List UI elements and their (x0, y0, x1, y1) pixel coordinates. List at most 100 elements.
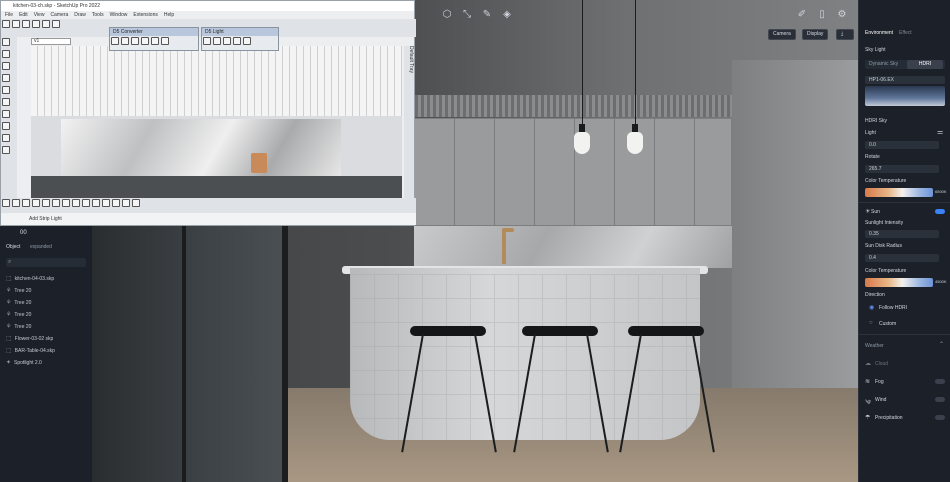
sky-mode-switch[interactable]: Dynamic Sky HDRI (865, 60, 945, 69)
tool-icon[interactable] (52, 199, 60, 207)
outliner-search[interactable]: ⌕ (6, 258, 86, 267)
list-item[interactable]: ⚘ Tree 20 (6, 310, 90, 320)
tool-icon[interactable] (32, 199, 40, 207)
list-item[interactable]: ⬚ BAR-Table-04.skp (6, 346, 90, 356)
tool-icon[interactable] (2, 199, 10, 207)
move-tool-icon[interactable]: ⤡ (462, 10, 472, 20)
spot-light-icon[interactable] (213, 37, 221, 45)
list-item[interactable]: ✦ Spotlight 2.0 (6, 358, 90, 368)
hdri-option[interactable]: HDRI (907, 60, 943, 69)
toolbar-icon[interactable] (42, 20, 50, 28)
toolbar-icon[interactable] (22, 20, 30, 28)
converter-icon[interactable] (161, 37, 169, 45)
toolbar-icon[interactable] (2, 20, 10, 28)
color-temp-slider[interactable] (865, 188, 933, 197)
tool-icon[interactable] (92, 199, 100, 207)
tool-icon[interactable] (72, 199, 80, 207)
converter-icon[interactable] (151, 37, 159, 45)
color-temp-value[interactable]: 6500K (935, 189, 947, 194)
strip-light-icon[interactable] (223, 37, 231, 45)
tool-icon[interactable] (122, 199, 130, 207)
precipitation-toggle[interactable] (935, 415, 945, 420)
tool-icon[interactable] (102, 199, 110, 207)
tool-icon[interactable] (2, 134, 10, 142)
list-item[interactable]: ⚘ Tree 20 (6, 298, 90, 308)
default-tray[interactable]: Default Tray (404, 46, 414, 198)
menu-file[interactable]: File (5, 11, 13, 19)
radio-icon[interactable]: ○ (869, 320, 873, 326)
menu-draw[interactable]: Draw (74, 11, 86, 19)
tool-icon[interactable] (2, 146, 10, 154)
tool-icon[interactable] (2, 98, 10, 106)
dynamic-sky-option[interactable]: Dynamic Sky (869, 61, 898, 67)
d5-light-toolbar[interactable]: D5 Light (201, 27, 279, 51)
material-tool-icon[interactable]: ◈ (502, 10, 512, 20)
sunlight-intensity-field[interactable]: 0.35 (865, 230, 939, 238)
toolbar-icon[interactable] (12, 20, 20, 28)
sun-color-temp-value[interactable]: 4500K (935, 279, 947, 284)
tool-icon[interactable] (12, 199, 20, 207)
tool-icon[interactable] (2, 38, 10, 46)
menu-extensions[interactable]: Extensions (133, 11, 157, 19)
tool-icon[interactable] (2, 86, 10, 94)
hdri-preview[interactable] (865, 86, 945, 106)
tool-icon[interactable] (2, 62, 10, 70)
rotate-field[interactable]: 265.7 (865, 165, 939, 173)
converter-icon[interactable] (111, 37, 119, 45)
d5-converter-toolbar[interactable]: D5 Converter (109, 27, 199, 51)
sun-toggle[interactable] (935, 209, 945, 214)
list-item[interactable]: ⚘ Tree 20 (6, 286, 90, 296)
menu-help[interactable]: Help (164, 11, 174, 19)
tool-icon[interactable] (112, 199, 120, 207)
light-toggle-icon[interactable] (243, 37, 251, 45)
tool-icon[interactable] (2, 50, 10, 58)
sun-color-temp-slider[interactable] (865, 278, 933, 287)
light-field[interactable]: 0.0 (865, 141, 939, 149)
menu-view[interactable]: View (34, 11, 45, 19)
tool-icon[interactable] (2, 110, 10, 118)
settings-icon[interactable]: ⚙ (837, 10, 847, 20)
display-button[interactable]: Display (802, 29, 829, 40)
custom-option[interactable]: Custom (879, 321, 896, 327)
converter-icon[interactable] (141, 37, 149, 45)
tool-icon[interactable] (2, 122, 10, 130)
chevron-up-icon[interactable]: ⌃ (939, 341, 944, 348)
tool-icon[interactable] (132, 199, 140, 207)
tool-icon[interactable] (62, 199, 70, 207)
sliders-icon[interactable]: ⚌ (937, 128, 943, 136)
edit-icon[interactable]: ✐ (797, 10, 807, 20)
sketchup-window[interactable]: kitchen-03-ch.skp - SketchUp Pro 2022 Fi… (0, 0, 416, 226)
rect-light-icon[interactable] (233, 37, 241, 45)
select-tool-icon[interactable]: ⬡ (442, 10, 452, 20)
fog-toggle[interactable] (935, 379, 945, 384)
tool-icon[interactable] (22, 199, 30, 207)
point-light-icon[interactable] (203, 37, 211, 45)
paint-tool-icon[interactable]: ✎ (482, 10, 492, 20)
menu-edit[interactable]: Edit (19, 11, 28, 19)
scene-field[interactable]: v1 (31, 38, 71, 45)
tool-icon[interactable] (82, 199, 90, 207)
tab-effect[interactable]: Effect (899, 30, 912, 36)
list-item[interactable]: ⬚ kitchen-04-03.skp (6, 274, 90, 284)
follow-hdri-option[interactable]: Follow HDRI (879, 305, 907, 311)
radio-selected-icon[interactable]: ◉ (869, 304, 874, 311)
menu-camera[interactable]: Camera (50, 11, 68, 19)
list-item[interactable]: ⚘ Tree 20 (6, 322, 90, 332)
camera-button[interactable]: Camera (768, 29, 796, 40)
converter-icon[interactable] (121, 37, 129, 45)
hdri-select[interactable]: HP1-06.EX (865, 76, 945, 84)
tool-icon[interactable] (2, 74, 10, 82)
object-tab-value[interactable]: expanded (30, 244, 52, 250)
menu-window[interactable]: Window (110, 11, 128, 19)
sun-disk-field[interactable]: 0.4 (865, 254, 939, 262)
object-tab[interactable]: Object (6, 244, 20, 250)
tool-icon[interactable] (42, 199, 50, 207)
tab-environment[interactable]: Environment (865, 30, 893, 36)
wind-toggle[interactable] (935, 397, 945, 402)
phone-icon[interactable]: ▯ (817, 10, 827, 20)
download-icon[interactable]: ⤓ (836, 29, 854, 40)
toolbar-icon[interactable] (52, 20, 60, 28)
toolbar-icon[interactable] (32, 20, 40, 28)
list-item[interactable]: ⬚ Flower-03-02 skp (6, 334, 90, 344)
cloud-label[interactable]: Cloud (875, 361, 888, 367)
